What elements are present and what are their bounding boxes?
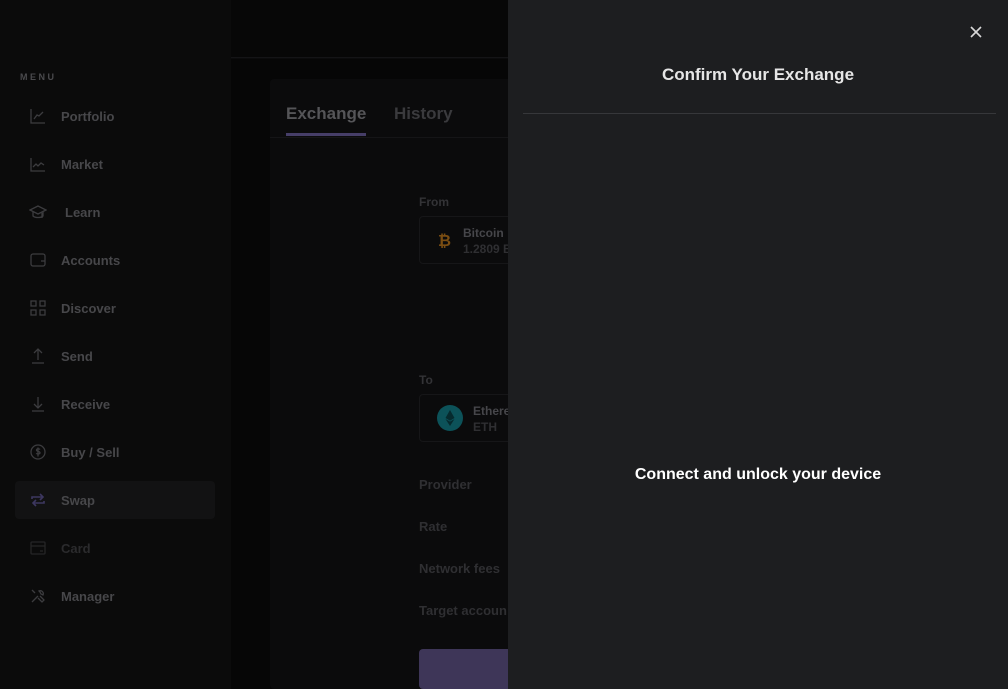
provider-label: Provider: [419, 477, 472, 492]
network-fees-label: Network fees: [419, 561, 500, 576]
tab-history[interactable]: History: [394, 104, 453, 133]
menu-heading: MENU: [20, 72, 57, 82]
grid-icon: [29, 299, 47, 317]
svg-text:₿: ₿: [438, 231, 451, 249]
sidebar-item-buy-sell[interactable]: Buy / Sell: [15, 433, 215, 471]
sidebar-item-receive[interactable]: Receive: [15, 385, 215, 423]
sidebar-item-label: Accounts: [61, 252, 121, 268]
sidebar-item-manager[interactable]: Manager: [15, 577, 215, 615]
sidebar: MENU Portfolio Market Learn Accounts Dis…: [0, 0, 231, 689]
rate-label: Rate: [419, 519, 448, 534]
card-icon: [29, 539, 47, 557]
sidebar-item-portfolio[interactable]: Portfolio: [15, 97, 215, 135]
from-asset-name: Bitcoin: [463, 226, 504, 240]
sidebar-item-label: Learn: [65, 204, 101, 220]
arrow-up-icon: [29, 347, 47, 365]
sidebar-item-swap[interactable]: Swap: [15, 481, 215, 519]
sidebar-item-label: Discover: [61, 300, 116, 316]
sidebar-item-send[interactable]: Send: [15, 337, 215, 375]
sidebar-item-label: Portfolio: [61, 108, 115, 124]
sidebar-item-label: Card: [61, 540, 91, 556]
close-button[interactable]: [968, 24, 984, 40]
drawer-divider: [523, 113, 996, 114]
tools-icon: [29, 587, 47, 605]
to-asset-name: Ethere: [473, 404, 511, 418]
app-window: MENU Portfolio Market Learn Accounts Dis…: [0, 0, 1008, 689]
wallet-icon: [29, 251, 47, 269]
sidebar-item-learn[interactable]: Learn: [15, 193, 215, 231]
target-account-label: Target accoun: [419, 603, 507, 618]
arrow-down-icon: [29, 395, 47, 413]
sidebar-item-accounts[interactable]: Accounts: [15, 241, 215, 279]
sidebar-item-label: Send: [61, 348, 93, 364]
tab-exchange[interactable]: Exchange: [286, 104, 367, 136]
sidebar-item-market[interactable]: Market: [15, 145, 215, 183]
graduation-cap-icon: [29, 203, 47, 221]
sidebar-item-card[interactable]: Card: [15, 529, 215, 567]
to-label: To: [419, 373, 433, 387]
drawer-title: Confirm Your Exchange: [661, 65, 855, 84]
sidebar-item-label: Swap: [61, 492, 95, 508]
from-asset-balance: 1.2809 B: [463, 242, 512, 256]
sidebar-item-discover[interactable]: Discover: [15, 289, 215, 327]
market-chart-icon: [29, 155, 47, 173]
confirm-exchange-drawer: Confirm Your Exchange Connect and unlock…: [508, 0, 1008, 689]
dollar-circle-icon: [29, 443, 47, 461]
to-asset-ticker: ETH: [473, 420, 497, 434]
sidebar-item-label: Buy / Sell: [61, 444, 120, 460]
ethereum-icon: [437, 405, 463, 436]
swap-arrows-icon: [29, 491, 47, 509]
chart-line-icon: [29, 107, 47, 125]
sidebar-item-label: Manager: [61, 588, 115, 604]
bitcoin-icon: ₿: [437, 231, 453, 254]
sidebar-item-label: Receive: [61, 396, 111, 412]
sidebar-item-label: Market: [61, 156, 103, 172]
from-label: From: [419, 195, 449, 209]
sidebar-nav: Portfolio Market Learn Accounts Discover…: [15, 97, 215, 625]
device-prompt-message: Connect and unlock your device: [634, 466, 882, 483]
close-icon: [970, 26, 982, 38]
